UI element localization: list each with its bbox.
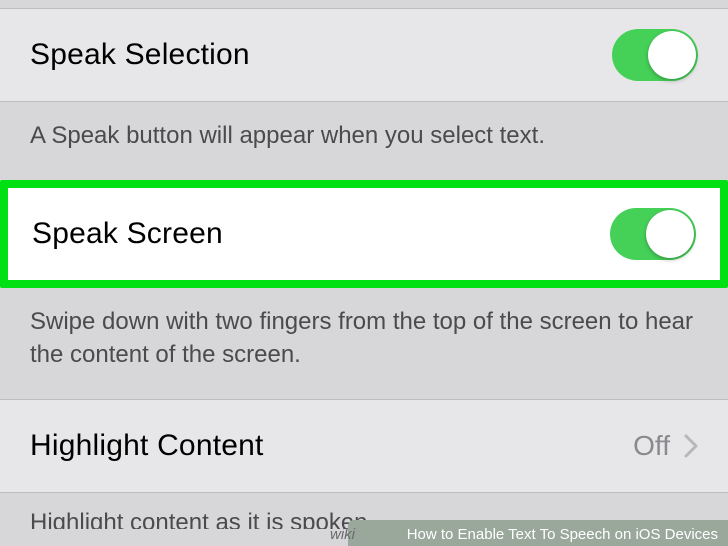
speak-selection-label: Speak Selection	[30, 38, 250, 72]
toggle-knob	[646, 210, 694, 258]
speak-selection-desc: A Speak button will appear when you sele…	[0, 102, 728, 180]
highlight-content-value-cell: Off	[633, 430, 698, 462]
row-speak-screen[interactable]: Speak Screen	[0, 180, 728, 288]
speak-screen-toggle[interactable]	[610, 208, 696, 260]
caption-bar: wiki How to Enable Text To Speech on iOS…	[0, 520, 728, 546]
caption-text: How to Enable Text To Speech on iOS Devi…	[407, 526, 718, 543]
toggle-knob	[648, 31, 696, 79]
speak-screen-desc: Swipe down with two fingers from the top…	[0, 288, 728, 399]
chevron-right-icon	[684, 434, 698, 458]
top-spacer	[0, 0, 728, 8]
row-speak-selection[interactable]: Speak Selection	[0, 8, 728, 102]
settings-list: Speak Selection A Speak button will appe…	[0, 0, 728, 529]
speak-selection-toggle[interactable]	[612, 29, 698, 81]
highlight-content-label: Highlight Content	[30, 429, 264, 463]
speak-screen-label: Speak Screen	[32, 217, 223, 251]
caption-brand: wiki	[330, 526, 355, 543]
highlight-content-value: Off	[633, 430, 670, 462]
row-highlight-content[interactable]: Highlight Content Off	[0, 399, 728, 493]
